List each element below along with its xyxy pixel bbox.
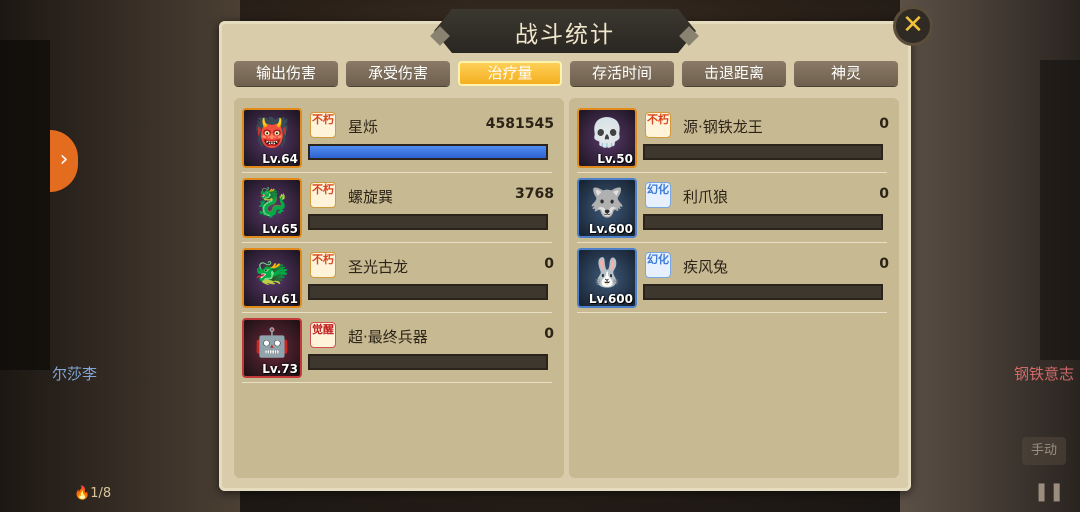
energy-value: 1/8 bbox=[90, 486, 112, 501]
tab-3[interactable]: 存活时间 bbox=[570, 61, 674, 86]
monster-name: 圣光古龙 bbox=[348, 258, 409, 276]
heal-progress-bar bbox=[308, 354, 548, 370]
heal-progress-bar bbox=[308, 144, 548, 160]
monster-avatar[interactable]: 👹 Lv.64 bbox=[242, 108, 302, 168]
background-silhouette bbox=[0, 40, 50, 370]
heal-progress-bar bbox=[643, 284, 883, 300]
pause-icon[interactable]: ❚❚ bbox=[1034, 480, 1064, 504]
heal-value: 4581545 bbox=[485, 116, 554, 132]
rarity-badge: 不朽 bbox=[310, 182, 336, 208]
rarity-badge: 觉醒 bbox=[310, 322, 336, 348]
monster-row: 💀 Lv.50 不朽 源·钢铁龙王 0 bbox=[577, 102, 889, 173]
monster-avatar[interactable]: 🤖 Lv.73 bbox=[242, 318, 302, 378]
rarity-badge: 不朽 bbox=[310, 252, 336, 278]
weapon-portrait: 🤖 bbox=[254, 326, 290, 359]
tab-5[interactable]: 神灵 bbox=[794, 61, 898, 86]
monster-name: 疾风兔 bbox=[683, 258, 729, 276]
tab-1[interactable]: 承受伤害 bbox=[346, 61, 450, 86]
monster-name: 源·钢铁龙王 bbox=[683, 118, 763, 136]
monster-level: Lv.50 bbox=[597, 152, 633, 166]
battle-stats-dialog: 战斗统计 ✕ 输出伤害 承受伤害 治疗量 存活时间 击退距离 神灵 👹 Lv.64 不朽 星烁 4… bbox=[219, 6, 933, 491]
monster-name: 利爪狼 bbox=[683, 188, 729, 206]
background-silhouette bbox=[1040, 60, 1080, 360]
rarity-badge: 幻化 bbox=[645, 252, 671, 278]
title-banner: 战斗统计 bbox=[434, 9, 696, 53]
monster-row: 🐺 Lv.600 幻化 利爪狼 0 bbox=[577, 172, 889, 243]
manual-mode-button[interactable]: 手动 bbox=[1022, 437, 1066, 465]
stat-tabs: 输出伤害 承受伤害 治疗量 存活时间 击退距离 神灵 bbox=[234, 61, 898, 86]
rarity-badge: 不朽 bbox=[645, 112, 671, 138]
heal-progress-bar bbox=[643, 214, 883, 230]
heal-progress-bar bbox=[308, 284, 548, 300]
monster-name: 超·最终兵器 bbox=[348, 328, 428, 346]
tab-2[interactable]: 治疗量 bbox=[458, 61, 562, 86]
monster-level: Lv.73 bbox=[262, 362, 298, 376]
monster-avatar[interactable]: 💀 Lv.50 bbox=[577, 108, 637, 168]
heal-value: 0 bbox=[879, 186, 889, 202]
monster-avatar[interactable]: 🐰 Lv.600 bbox=[577, 248, 637, 308]
rarity-badge: 不朽 bbox=[310, 112, 336, 138]
monster-avatar[interactable]: 🐺 Lv.600 bbox=[577, 178, 637, 238]
energy-counter: 🔥1/8 bbox=[74, 486, 112, 501]
heal-progress-bar bbox=[308, 214, 548, 230]
steel-dragon-portrait: 💀 bbox=[589, 116, 625, 149]
wind-beast-portrait: 🐉 bbox=[254, 186, 290, 219]
monster-row: 🐲 Lv.61 不朽 圣光古龙 0 bbox=[242, 242, 554, 313]
monster-level: Lv.64 bbox=[262, 152, 298, 166]
right-team-panel: 💀 Lv.50 不朽 源·钢铁龙王 0 🐺 Lv.600 幻化 利爪狼 0 🐰 Lv.600 幻化 疾风兔… bbox=[569, 98, 899, 478]
monster-name: 螺旋巽 bbox=[348, 188, 394, 206]
left-team-panel: 👹 Lv.64 不朽 星烁 4581545 🐉 Lv.65 不朽 螺旋巽 3768 🐲 Lv.61 不朽… bbox=[234, 98, 564, 478]
wolf-portrait: 🐺 bbox=[589, 186, 625, 219]
monster-row: 🤖 Lv.73 觉醒 超·最终兵器 0 bbox=[242, 312, 554, 383]
tab-4[interactable]: 击退距离 bbox=[682, 61, 786, 86]
heal-progress-fill bbox=[310, 146, 546, 158]
rarity-badge: 幻化 bbox=[645, 182, 671, 208]
monster-name: 星烁 bbox=[348, 118, 379, 136]
monster-level: Lv.600 bbox=[588, 292, 633, 306]
monster-level: Lv.65 bbox=[262, 222, 298, 236]
monster-row: 🐉 Lv.65 不朽 螺旋巽 3768 bbox=[242, 172, 554, 243]
dialog-title: 战斗统计 bbox=[515, 22, 615, 48]
heal-value: 3768 bbox=[515, 186, 554, 202]
left-player-name: 尔莎李 bbox=[52, 365, 98, 383]
heal-value: 0 bbox=[544, 256, 554, 272]
dark-beast-portrait: 👹 bbox=[254, 116, 290, 149]
dragon-portrait: 🐲 bbox=[254, 256, 290, 289]
heal-value: 0 bbox=[879, 256, 889, 272]
rabbit-portrait: 🐰 bbox=[589, 256, 625, 289]
monster-avatar[interactable]: 🐲 Lv.61 bbox=[242, 248, 302, 308]
heal-value: 0 bbox=[544, 326, 554, 342]
monster-level: Lv.600 bbox=[588, 222, 633, 236]
heal-progress-bar bbox=[643, 144, 883, 160]
heal-value: 0 bbox=[879, 116, 889, 132]
monster-row: 👹 Lv.64 不朽 星烁 4581545 bbox=[242, 102, 554, 173]
monster-avatar[interactable]: 🐉 Lv.65 bbox=[242, 178, 302, 238]
right-player-name: 钢铁意志 bbox=[1013, 365, 1074, 383]
monster-level: Lv.61 bbox=[262, 292, 298, 306]
close-icon[interactable]: ✕ bbox=[893, 6, 933, 46]
tab-0[interactable]: 输出伤害 bbox=[234, 61, 338, 86]
monster-row: 🐰 Lv.600 幻化 疾风兔 0 bbox=[577, 242, 889, 313]
